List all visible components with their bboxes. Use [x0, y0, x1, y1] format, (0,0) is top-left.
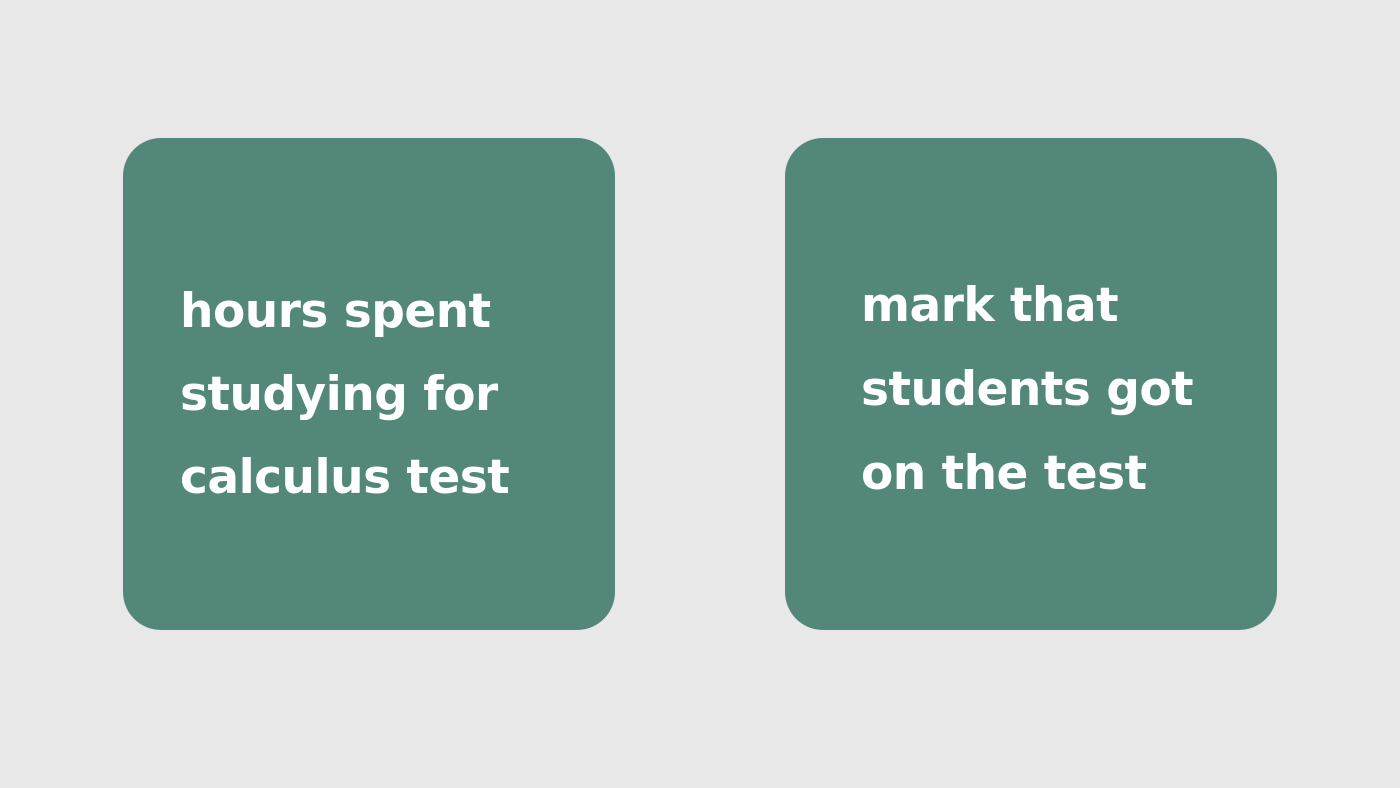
card-label-line: mark that	[861, 278, 1119, 333]
card-hours-studied: hours spent studying for calculus test	[123, 138, 615, 630]
card-label-line: hours spent	[180, 284, 491, 339]
card-test-mark: mark that students got on the test	[785, 138, 1277, 630]
card-label-line: studying for	[180, 367, 498, 422]
card-label-line: calculus test	[180, 450, 510, 505]
card-label-line: students got	[861, 362, 1194, 417]
card-label: hours spent studying for calculus test	[180, 270, 510, 519]
card-label-line: on the test	[861, 446, 1147, 501]
card-label: mark that students got on the test	[861, 264, 1194, 516]
